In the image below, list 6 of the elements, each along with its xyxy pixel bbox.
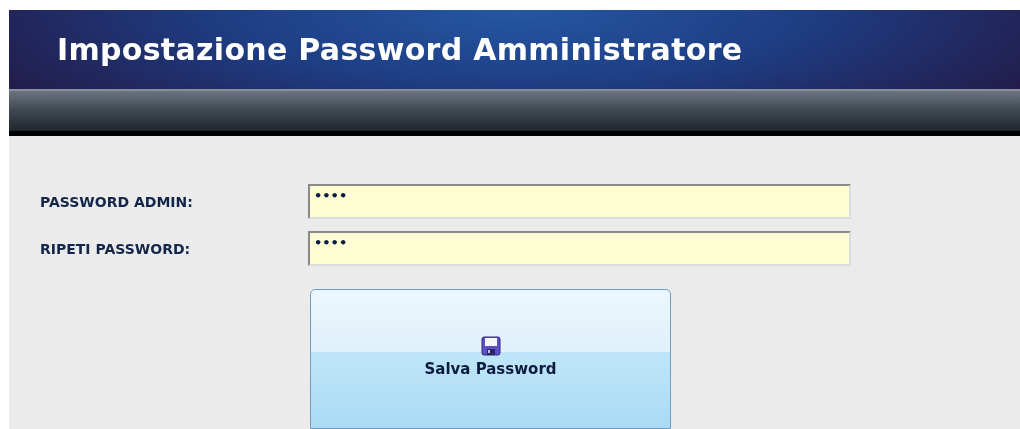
password-field[interactable]: •••• xyxy=(308,231,851,266)
password-field[interactable]: •••• xyxy=(308,184,851,219)
field-label: RIPETI PASSWORD: xyxy=(40,240,192,257)
save-password-button[interactable]: Salva Password xyxy=(310,289,671,429)
window-title: Impostazione Password Amministratore xyxy=(57,32,743,68)
field-label: PASSWORD ADMIN: xyxy=(40,193,194,210)
